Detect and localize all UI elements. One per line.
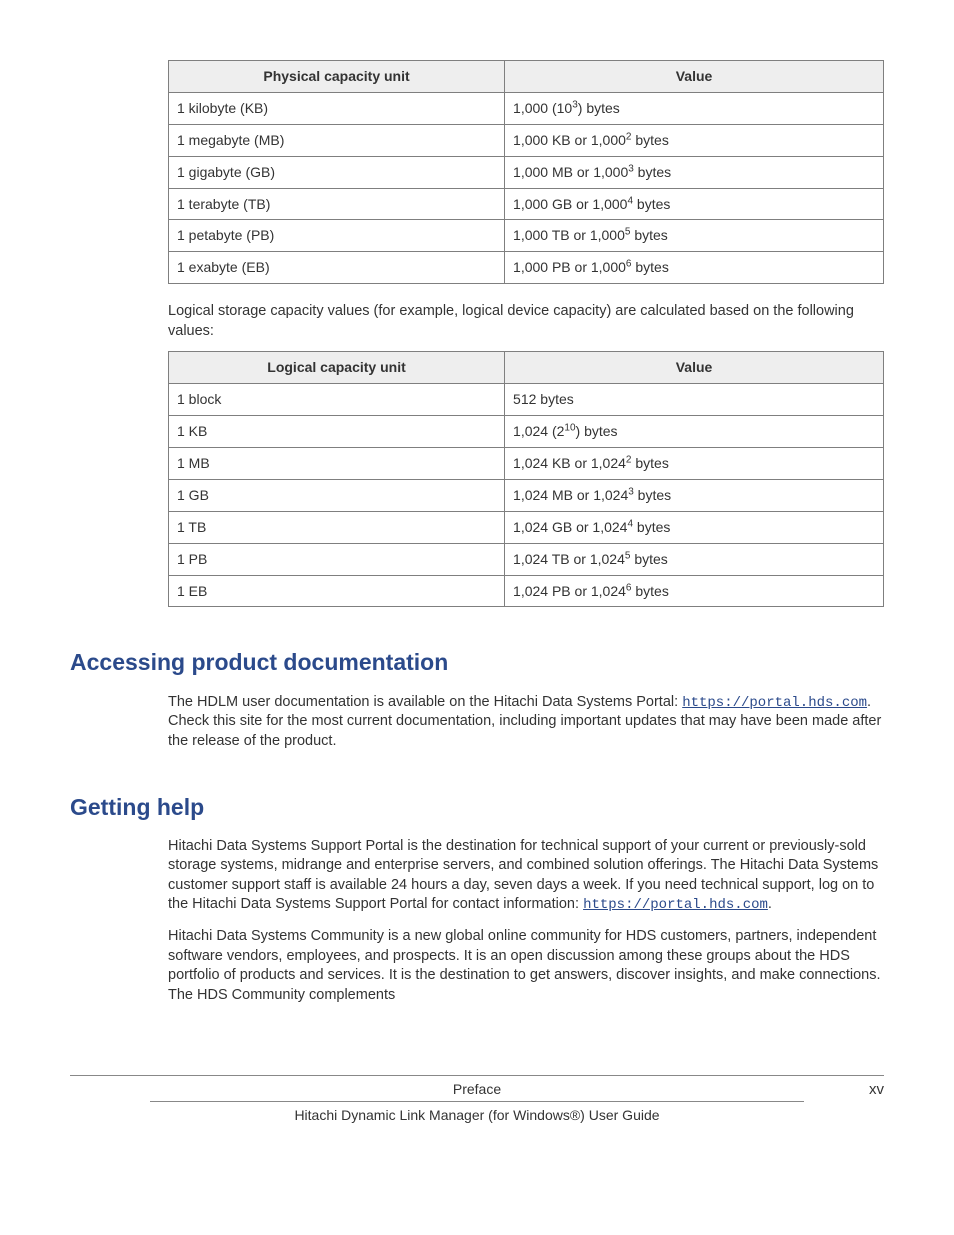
table-row: 1 terabyte (TB)1,000 GB or 1,0004 bytes [169, 188, 884, 220]
value-cell: 1,000 PB or 1,0006 bytes [505, 252, 884, 284]
unit-cell: 1 EB [169, 575, 505, 607]
unit-cell: 1 gigabyte (GB) [169, 156, 505, 188]
footer-title: Hitachi Dynamic Link Manager (for Window… [150, 1101, 804, 1129]
value-cell: 1,024 GB or 1,0244 bytes [505, 511, 884, 543]
unit-cell: 1 exabyte (EB) [169, 252, 505, 284]
value-cell: 1,000 GB or 1,0004 bytes [505, 188, 884, 220]
section1-paragraph: The HDLM user documentation is available… [168, 693, 884, 752]
table-header: Value [505, 61, 884, 93]
table-header: Value [505, 352, 884, 384]
text: The HDLM user documentation is available… [168, 694, 682, 710]
unit-cell: 1 kilobyte (KB) [169, 92, 505, 124]
table-row: 1 petabyte (PB)1,000 TB or 1,0005 bytes [169, 220, 884, 252]
table-row: 1 KB1,024 (210) bytes [169, 416, 884, 448]
unit-cell: 1 PB [169, 543, 505, 575]
value-cell: 1,000 (103) bytes [505, 92, 884, 124]
logical-capacity-table: Logical capacity unit Value 1 block512 b… [168, 351, 884, 607]
value-cell: 1,024 PB or 1,0246 bytes [505, 575, 884, 607]
unit-cell: 1 MB [169, 448, 505, 480]
page-footer: Preface xv Hitachi Dynamic Link Manager … [70, 1075, 884, 1129]
table-header: Physical capacity unit [169, 61, 505, 93]
section-heading-help: Getting help [70, 792, 884, 823]
section2-paragraph2: Hitachi Data Systems Community is a new … [168, 927, 884, 1005]
unit-cell: 1 TB [169, 511, 505, 543]
value-cell: 512 bytes [505, 384, 884, 416]
text: . [768, 896, 772, 912]
table-row: 1 gigabyte (GB)1,000 MB or 1,0003 bytes [169, 156, 884, 188]
table-row: 1 GB1,024 MB or 1,0243 bytes [169, 479, 884, 511]
unit-cell: 1 KB [169, 416, 505, 448]
table-row: 1 PB1,024 TB or 1,0245 bytes [169, 543, 884, 575]
unit-cell: 1 block [169, 384, 505, 416]
table-row: 1 TB1,024 GB or 1,0244 bytes [169, 511, 884, 543]
table-row: 1 megabyte (MB)1,000 KB or 1,0002 bytes [169, 124, 884, 156]
value-cell: 1,000 KB or 1,0002 bytes [505, 124, 884, 156]
table-row: 1 block512 bytes [169, 384, 884, 416]
unit-cell: 1 GB [169, 479, 505, 511]
table-row: 1 kilobyte (KB)1,000 (103) bytes [169, 92, 884, 124]
value-cell: 1,024 (210) bytes [505, 416, 884, 448]
section-heading-accessing: Accessing product documentation [70, 647, 884, 678]
table-row: 1 MB1,024 KB or 1,0242 bytes [169, 448, 884, 480]
intertext: Logical storage capacity values (for exa… [168, 302, 884, 341]
footer-section: Preface [453, 1081, 501, 1097]
page-number: xv [869, 1080, 884, 1100]
value-cell: 1,024 KB or 1,0242 bytes [505, 448, 884, 480]
portal-link[interactable]: https://portal.hds.com [682, 695, 867, 711]
unit-cell: 1 megabyte (MB) [169, 124, 505, 156]
section2-paragraph1: Hitachi Data Systems Support Portal is t… [168, 837, 884, 916]
table-row: 1 EB1,024 PB or 1,0246 bytes [169, 575, 884, 607]
physical-capacity-table: Physical capacity unit Value 1 kilobyte … [168, 60, 884, 284]
table-row: 1 exabyte (EB)1,000 PB or 1,0006 bytes [169, 252, 884, 284]
value-cell: 1,000 TB or 1,0005 bytes [505, 220, 884, 252]
unit-cell: 1 terabyte (TB) [169, 188, 505, 220]
table-header: Logical capacity unit [169, 352, 505, 384]
unit-cell: 1 petabyte (PB) [169, 220, 505, 252]
value-cell: 1,000 MB or 1,0003 bytes [505, 156, 884, 188]
value-cell: 1,024 MB or 1,0243 bytes [505, 479, 884, 511]
value-cell: 1,024 TB or 1,0245 bytes [505, 543, 884, 575]
portal-link[interactable]: https://portal.hds.com [583, 897, 768, 913]
